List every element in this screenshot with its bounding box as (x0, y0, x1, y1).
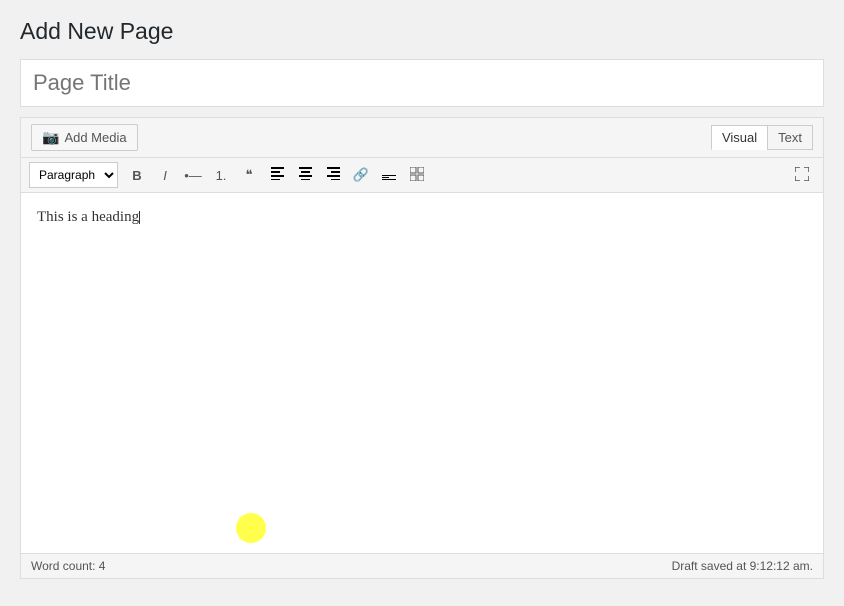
text-cursor (139, 211, 140, 224)
kitchen-sink-button[interactable] (404, 162, 430, 188)
blockquote-icon: ❝ (246, 167, 253, 183)
add-media-button[interactable]: 📷 Add Media (31, 124, 138, 151)
align-right-icon (327, 167, 340, 183)
editor-footer: Word count: 4 Draft saved at 9:12:12 am. (21, 553, 823, 578)
tab-text[interactable]: Text (767, 125, 813, 150)
paragraph-select[interactable]: Paragraph Heading 1 Heading 2 Heading 3 … (29, 162, 118, 188)
tab-visual[interactable]: Visual (711, 125, 767, 150)
list-ul-icon: •— (184, 168, 202, 183)
kitchen-sink-icon (410, 167, 424, 184)
unordered-list-button[interactable]: •— (180, 162, 206, 188)
link-button[interactable]: 🔗 (348, 162, 374, 188)
more-icon (382, 168, 396, 183)
editor-text: This is a heading (37, 209, 139, 225)
list-ol-icon: 1. (216, 168, 227, 183)
editor-toolbar: Paragraph Heading 1 Heading 2 Heading 3 … (21, 158, 823, 193)
add-media-label: Add Media (64, 130, 126, 145)
editor-top-bar: 📷 Add Media Visual Text (21, 118, 823, 158)
align-center-icon (299, 167, 312, 183)
draft-saved: Draft saved at 9:12:12 am. (672, 559, 813, 573)
blockquote-button[interactable]: ❝ (236, 162, 262, 188)
italic-button[interactable]: I (152, 162, 178, 188)
cursor-highlight (236, 513, 266, 543)
align-center-button[interactable] (292, 162, 318, 188)
fullscreen-button[interactable] (789, 162, 815, 188)
editor-tabs: Visual Text (711, 125, 813, 150)
editor-content-area[interactable]: This is a heading (21, 193, 823, 553)
bold-button[interactable]: B (124, 162, 150, 188)
align-left-icon (271, 167, 284, 183)
ordered-list-button[interactable]: 1. (208, 162, 234, 188)
more-button[interactable] (376, 162, 402, 188)
page-title-input[interactable] (20, 59, 824, 107)
add-media-icon: 📷 (42, 129, 59, 146)
link-icon: 🔗 (353, 167, 369, 183)
align-left-button[interactable] (264, 162, 290, 188)
word-count: Word count: 4 (31, 559, 105, 573)
align-right-button[interactable] (320, 162, 346, 188)
page-heading: Add New Page (20, 18, 824, 45)
fullscreen-icon (795, 167, 809, 184)
editor-wrapper: 📷 Add Media Visual Text Paragraph Headin… (20, 117, 824, 579)
